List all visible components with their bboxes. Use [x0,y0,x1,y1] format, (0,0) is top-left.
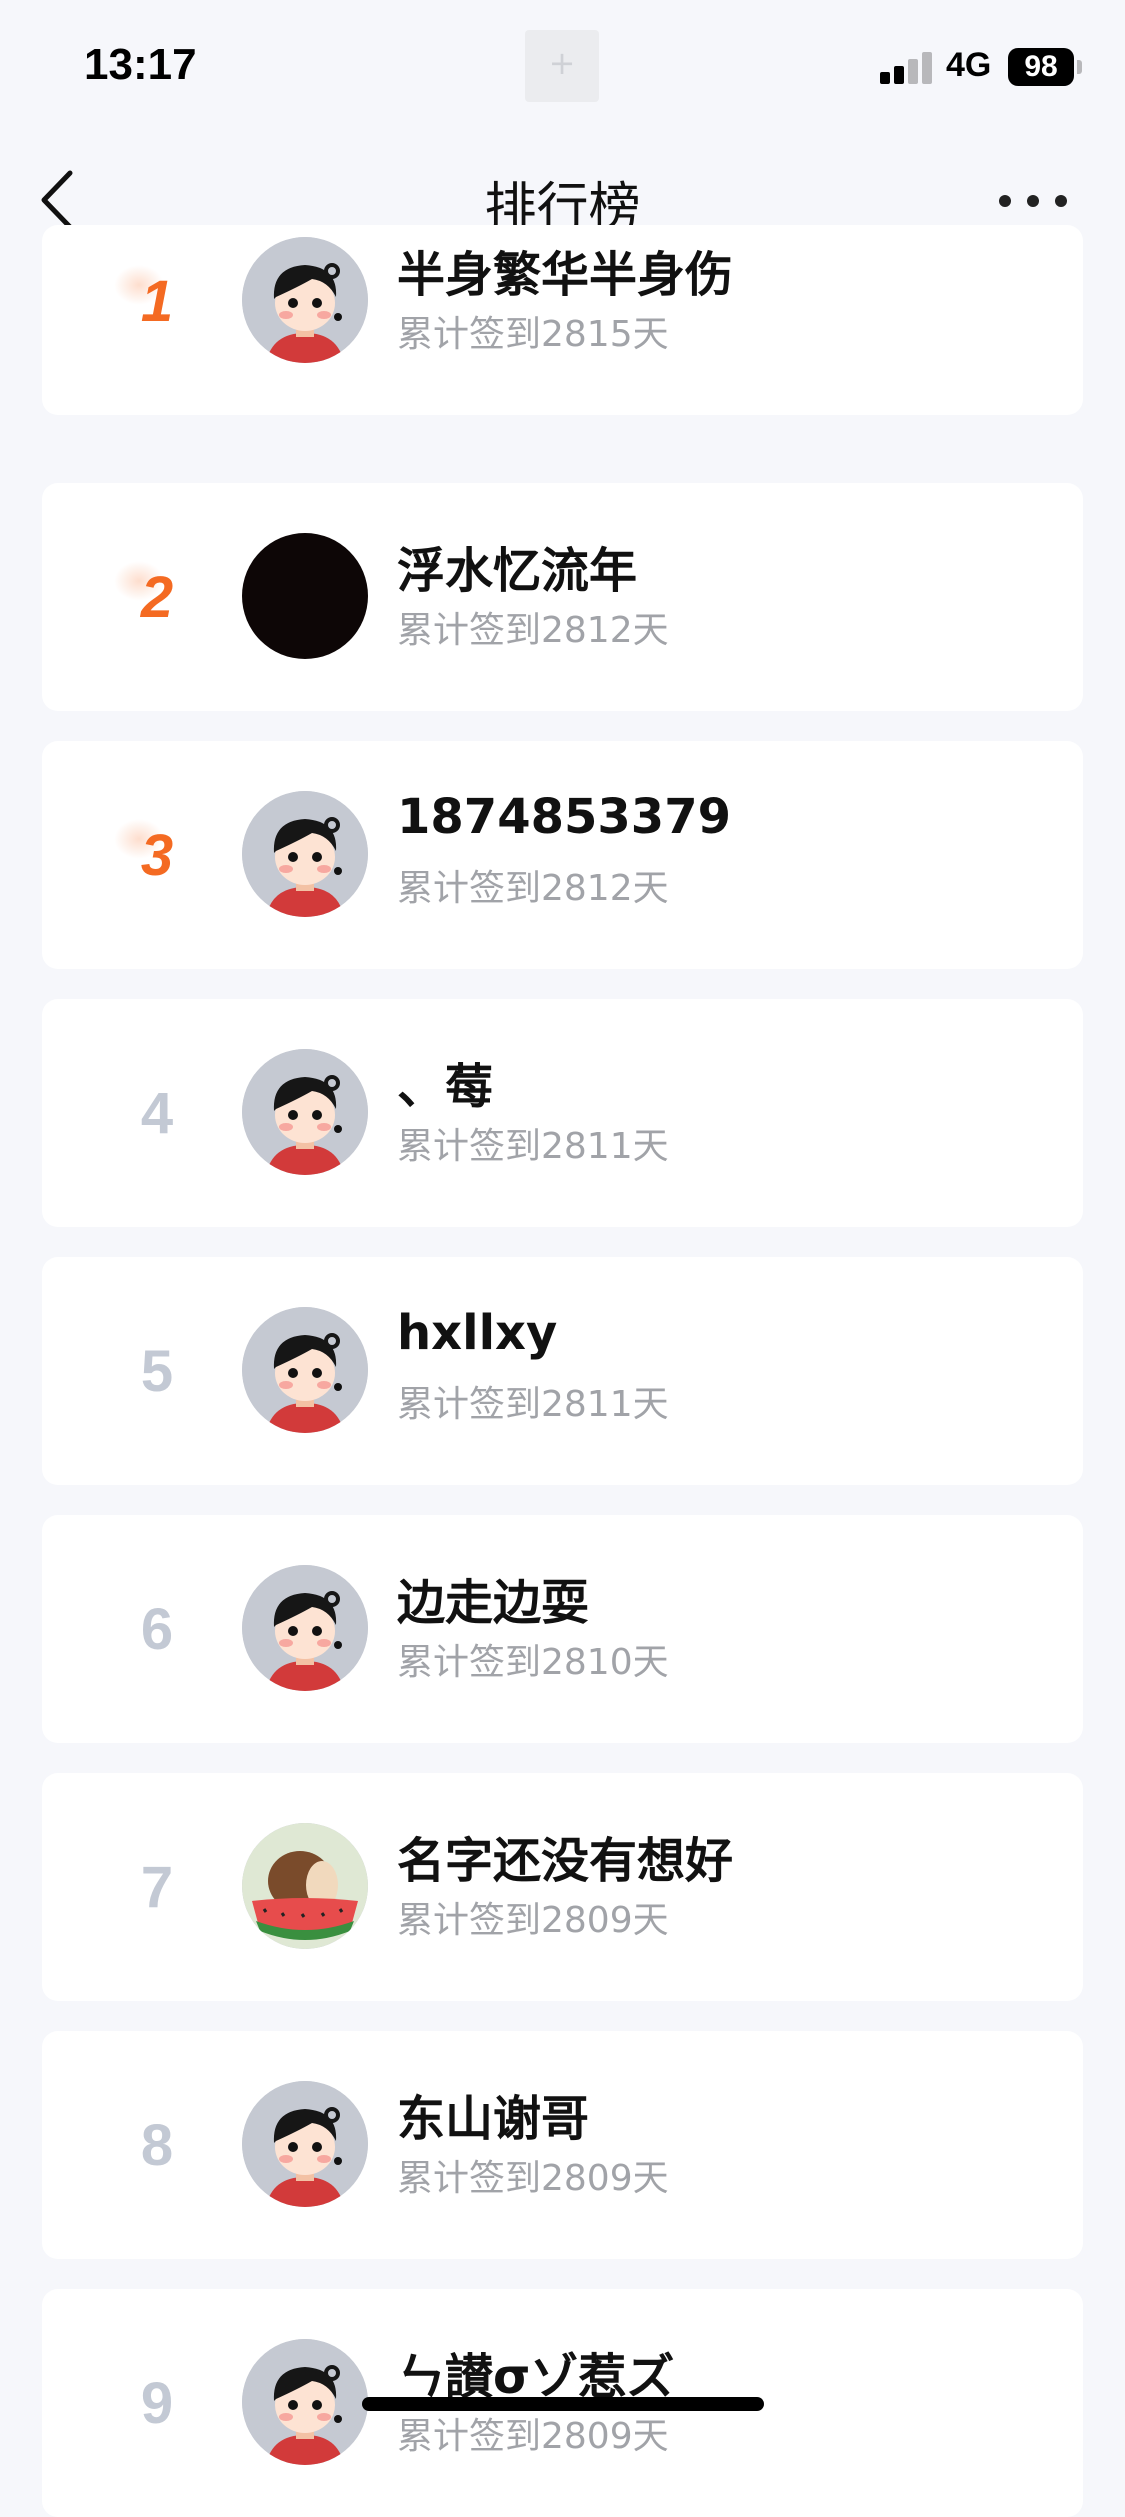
rank-number: 8 [140,2112,174,2178]
user-avatar[interactable] [242,791,368,917]
user-name: 边走边耍 [397,1575,590,1631]
rank-number: 3 [140,822,174,888]
rank-number: 7 [140,1854,174,1920]
checkin-days: 累计签到2809天 [397,1900,669,1941]
user-avatar[interactable] [242,237,368,363]
user-name: 名字还没有想好 [397,1833,734,1889]
screen-recording-indicator: + [525,30,599,102]
rank-number: 1 [140,268,174,334]
ranking-item[interactable]: 6 边走边耍累计签到2810天 [42,1515,1083,1743]
user-avatar[interactable] [242,2081,368,2207]
user-name: 、莓 [397,1059,494,1115]
ranking-item[interactable]: 2 浮水忆流年累计签到2812天 [42,483,1083,711]
rank-number: 2 [140,564,174,630]
battery-tip [1077,60,1082,74]
checkin-days: 累计签到2815天 [397,314,669,355]
home-indicator[interactable] [362,2397,764,2411]
user-avatar[interactable] [242,1565,368,1691]
plus-icon: + [548,44,576,82]
user-avatar[interactable] [242,1049,368,1175]
user-avatar[interactable] [242,2339,368,2465]
rank-number: 6 [140,1596,174,1662]
rank-number: 4 [140,1080,174,1146]
checkin-days: 累计签到2811天 [397,1126,669,1167]
ranking-item[interactable]: 4 、莓累计签到2811天 [42,999,1083,1227]
checkin-days: 累计签到2811天 [397,1384,669,1425]
checkin-days: 累计签到2812天 [397,610,669,651]
user-name: hxllxy [397,1305,558,1361]
ranking-item[interactable]: 5 hxllxy 累计签到2811天 [42,1257,1083,1485]
ranking-item[interactable]: 7 名字还没有想好累计签到2809天 [42,1773,1083,2001]
battery-icon: 98 [1008,48,1074,86]
rank-number: 5 [140,1338,174,1404]
signal-icon [880,50,934,84]
user-name: 半身繁华半身伤 [397,247,734,303]
user-name: 东山谢哥 [397,2091,590,2147]
ranking-item[interactable]: 3 1874853379 累计签到2812天 [42,741,1083,969]
status-bar: 13:17 + 4G 98 [0,0,1125,135]
network-type: 4G [946,46,992,84]
more-dots-icon[interactable] [995,185,1075,215]
user-avatar[interactable] [242,533,368,659]
checkin-days: 累计签到2812天 [397,868,669,909]
checkin-days: 累计签到2809天 [397,2158,669,2199]
ranking-item[interactable]: 1 半身繁华半身伤累计签到2815天 [42,225,1083,415]
user-avatar[interactable] [242,1823,368,1949]
checkin-days: 累计签到2810天 [397,1642,669,1683]
ranking-item[interactable]: 8 东山谢哥累计签到2809天 [42,2031,1083,2259]
user-name: 浮水忆流年 [397,543,638,599]
checkin-days: 累计签到2809天 [397,2416,669,2457]
rank-number: 9 [140,2370,174,2436]
user-name: 1874853379 [397,789,731,845]
status-time: 13:17 [84,40,197,89]
user-avatar[interactable] [242,1307,368,1433]
